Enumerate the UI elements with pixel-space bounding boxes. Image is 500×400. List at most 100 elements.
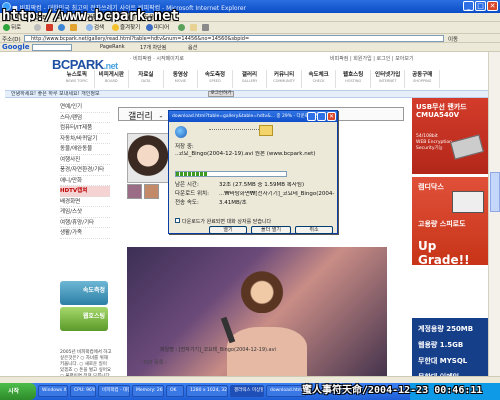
side-menu-item[interactable]: 여행/휴양/기타	[60, 218, 110, 228]
search-label: 검색	[94, 25, 105, 31]
google-search-input[interactable]	[32, 44, 72, 51]
dialog-minimize-button[interactable]	[307, 112, 316, 121]
open-button[interactable]: 열기	[209, 226, 247, 234]
taskbar-task[interactable]: Memory: 26986	[132, 385, 164, 397]
close-button[interactable]: ✕	[487, 1, 498, 11]
google-options-button[interactable]: 옵션	[188, 44, 197, 51]
nav-item-5[interactable]: 갤러리 GALLERY	[233, 70, 268, 88]
nav-item-3[interactable]: 동영상 MOVIE	[164, 70, 199, 88]
media-button[interactable]: 미디어	[146, 24, 169, 32]
file-name[interactable]: 파일명 : [전자기기]_코요테_Bingo(2004-12-19).avi	[160, 346, 276, 353]
dialog-close-button[interactable]: ✕	[327, 112, 336, 121]
usb-lan-ad[interactable]: USB무선 랜카드 CMUA540V 54/108bit WEB Encrypt…	[412, 98, 488, 174]
taskbar-task[interactable]: download.html...	[266, 385, 306, 397]
login-button[interactable]: 로그인하기	[208, 91, 234, 97]
nav-item-sub: SPEED	[209, 79, 221, 83]
google-logo[interactable]: Google	[2, 43, 30, 51]
history-button[interactable]	[178, 24, 186, 32]
small-thumbnail[interactable]	[127, 184, 142, 199]
vertical-scrollbar[interactable]	[488, 52, 500, 376]
side-menu-item[interactable]: 풍경/자연환경/기타	[60, 165, 110, 176]
autoclose-checkbox[interactable]: 다운로드가 완료되면 대화 상자를 닫습니다	[175, 218, 272, 225]
nav-item-4[interactable]: 속도측정 SPEED	[198, 70, 233, 88]
go-button[interactable]: 이동	[448, 35, 458, 43]
side-menu-item[interactable]: 게임/스샷	[60, 207, 110, 218]
side-menu-item[interactable]: 애니/만화	[60, 176, 110, 186]
speed-test-banner[interactable]: 속도측정	[60, 281, 108, 305]
minimize-button[interactable]: _	[463, 1, 474, 11]
popup-blocked-button[interactable]: 17개 차단됨	[140, 44, 166, 51]
nav-item-sub: COMMUNITY	[273, 79, 295, 83]
site-top-links[interactable]: · 비피팍컴 · 시작페이지로	[130, 55, 184, 62]
nav-item-2[interactable]: 자료실 DATA	[129, 70, 164, 88]
address-input[interactable]: http://www.bcpark.net/gallery/read.html?…	[24, 35, 444, 42]
side-menu-item[interactable]: 자동차/바퀴달기	[60, 134, 110, 144]
stop-button[interactable]	[46, 24, 54, 32]
capture-timestamp: 蜜人事符天命/2004-12-23 00:46:11	[302, 385, 483, 396]
taskbar-task[interactable]: OK	[166, 385, 184, 397]
nav-item-10[interactable]: 공동구매 SHOPPING	[405, 70, 441, 88]
taskbar-task[interactable]: CPU: 96%	[70, 385, 96, 397]
side-menu-item[interactable]: 컴퓨터/IT제품	[60, 123, 110, 134]
nav-item-8[interactable]: 웹호스팅 HOSTING	[336, 70, 371, 88]
saving-label: 저장 중:	[175, 144, 194, 150]
forward-button[interactable]	[34, 24, 42, 32]
mail-button[interactable]	[190, 24, 198, 32]
home-button[interactable]	[70, 24, 78, 32]
start-button[interactable]: 시작	[0, 383, 36, 400]
site-nav: 뉴스토픽 NEWS TOPIC 비피게시판 BOARD 자료실 DATA 동영상 MOVIE 속…	[60, 70, 441, 88]
print-button[interactable]	[202, 24, 210, 32]
side-menu-item[interactable]: 연예/인기	[60, 102, 110, 113]
rate-value: 3.41MB/초	[219, 200, 247, 206]
ad2-upgrade: Up Grade!!	[418, 239, 470, 267]
star-icon	[112, 24, 119, 31]
checkbox-box[interactable]	[175, 218, 180, 223]
nav-item-9[interactable]: 인터넷가입 INTERNET	[371, 70, 406, 88]
ad2-head: 캠디닥스	[418, 183, 444, 191]
taskbar-task[interactable]: 비피팍컴 - 대한...	[98, 385, 130, 397]
cancel-button[interactable]: 취소	[295, 226, 333, 234]
hosting-banner[interactable]: 웹호스팅	[60, 307, 108, 331]
site-top-right-links[interactable]: 비피팍컴 | 회원가입 | 로그인 | 모아보기	[330, 55, 414, 62]
nav-item-6[interactable]: 커뮤니티 COMMUNITY	[267, 70, 302, 88]
refresh-icon	[58, 24, 65, 31]
forward-arrow-icon	[34, 24, 41, 31]
small-thumbnail[interactable]	[144, 184, 159, 199]
ad1-desc: 54/108bit WEB Encryption Security기능	[416, 134, 452, 151]
camera-shape	[452, 191, 484, 213]
nav-item-1[interactable]: 비피게시판 BOARD	[95, 70, 130, 88]
search-button[interactable]: 검색	[86, 24, 104, 32]
taskbar-task[interactable]: 갤러릭스 미상할...	[230, 385, 264, 397]
side-menu-item[interactable]: 생활/가족	[60, 228, 110, 239]
stop-icon	[46, 24, 53, 31]
camera-ad[interactable]: 캠디닥스 고용량 스피로도 Up Grade!!	[412, 177, 488, 267]
google-toolbar: Google PageRank 17개 차단됨 옵션	[0, 43, 500, 52]
pagerank-button[interactable]: PageRank	[100, 44, 125, 50]
hosting-ad[interactable]: 계정용량 250MB웹용량 1.5GB무한대 MYSQL무한대 이메일1년 22…	[412, 318, 488, 376]
nav-item-sub: NEWS TOPIC	[65, 79, 88, 83]
side-menu-item[interactable]: 여행사진	[60, 155, 110, 165]
profile-thumbnail[interactable]	[127, 133, 169, 183]
side-menu-item[interactable]: 스타/팬덤	[60, 113, 110, 123]
side-menu-item[interactable]: 동물/애완동물	[60, 144, 110, 155]
favorites-button[interactable]: 즐겨찾기	[112, 24, 140, 32]
open-folder-button[interactable]: 폴더 열기	[251, 226, 291, 234]
history-icon	[178, 24, 185, 31]
autoclose-label: 다운로드가 완료되면 대화 상자를 닫습니다	[182, 219, 272, 225]
side-menu-item[interactable]: HDTV캡쳐	[60, 186, 110, 197]
mail-icon	[190, 24, 197, 31]
refresh-button[interactable]	[58, 24, 66, 32]
download-dialog: download.html?table=gallery&table=hdtv&.…	[168, 110, 338, 234]
taskbar-task[interactable]: Windows XP	[38, 385, 68, 397]
back-button[interactable]: 뒤로	[3, 24, 21, 32]
scroll-thumb[interactable]	[490, 172, 500, 212]
nav-item-7[interactable]: 속도체크 CHECK	[302, 70, 337, 88]
taskbar-task[interactable]: 1280 x 1024, 32 bit	[186, 385, 228, 397]
maximize-button[interactable]: □	[475, 1, 486, 11]
side-menu-item[interactable]: 배경화면	[60, 197, 110, 207]
back-arrow-icon	[3, 24, 10, 31]
nav-item-0[interactable]: 뉴스토픽 NEWS TOPIC	[60, 70, 95, 88]
saving-source: ..코요_Bingo(2004-12-19).avi 원본 (www.bcpar…	[175, 151, 316, 157]
nav-item-sub: GALLERY	[241, 79, 258, 83]
dialog-maximize-button[interactable]	[317, 112, 326, 121]
